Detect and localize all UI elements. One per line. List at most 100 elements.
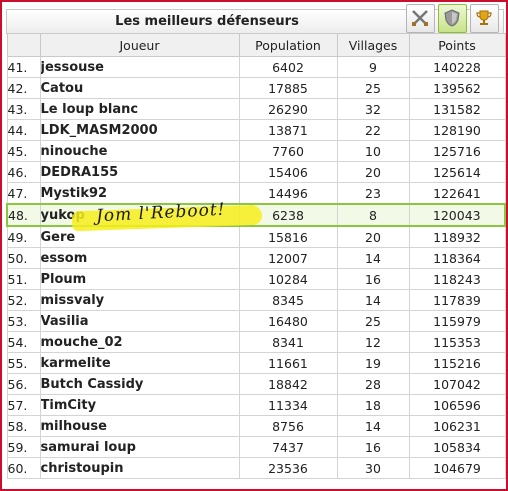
player-link[interactable]: mouche_02 [39, 331, 240, 353]
rank-cell: 58. [6, 415, 41, 437]
villages-cell: 10 [336, 140, 410, 162]
population-cell: 18842 [238, 373, 338, 395]
table-row: 53. Vasilia 16480 25 115979 [6, 310, 506, 332]
points-cell: 115979 [408, 310, 506, 332]
villages-cell: 14 [336, 247, 410, 269]
table-header-row: Joueur Population Villages Points [6, 33, 506, 57]
player-link[interactable]: TimCity [39, 394, 240, 416]
player-link[interactable]: DEDRA155 [39, 161, 240, 183]
villages-cell: 32 [336, 98, 410, 120]
population-cell: 15406 [238, 161, 338, 183]
rank-cell: 45. [6, 140, 41, 162]
player-link[interactable]: LDK_MASM2000 [39, 119, 240, 141]
player-link[interactable]: samurai loup [39, 436, 240, 458]
table-row: 59. samurai loup 7437 16 105834 [6, 436, 506, 458]
villages-cell: 28 [336, 373, 410, 395]
points-cell: 120043 [408, 203, 506, 227]
table-row: 56. Butch Cassidy 18842 28 107042 [6, 373, 506, 395]
points-cell: 107042 [408, 373, 506, 395]
col-population[interactable]: Population [238, 33, 338, 57]
rank-cell: 44. [6, 119, 41, 141]
villages-cell: 12 [336, 331, 410, 353]
player-link[interactable]: christoupin [39, 457, 240, 479]
player-link[interactable]: yukop [39, 203, 240, 227]
rank-cell: 50. [6, 247, 41, 269]
defenders-table: Joueur Population Villages Points 41. jes… [6, 33, 506, 479]
rank-cell: 46. [6, 161, 41, 183]
points-cell: 125716 [408, 140, 506, 162]
player-link[interactable]: Butch Cassidy [39, 373, 240, 395]
shield-icon[interactable] [438, 4, 467, 33]
villages-cell: 25 [336, 77, 410, 99]
villages-cell: 20 [336, 161, 410, 183]
population-cell: 16480 [238, 310, 338, 332]
population-cell: 11334 [238, 394, 338, 416]
points-cell: 122641 [408, 182, 506, 205]
swords-icon[interactable] [406, 4, 435, 33]
population-cell: 8345 [238, 289, 338, 311]
table-row: 57. TimCity 11334 18 106596 [6, 394, 506, 416]
rank-cell: 56. [6, 373, 41, 395]
villages-cell: 9 [336, 56, 410, 78]
table-row: 48. yukop 6238 8 120043 [6, 203, 506, 227]
rank-cell: 43. [6, 98, 41, 120]
player-link[interactable]: essom [39, 247, 240, 269]
rank-cell: 48. [6, 203, 41, 227]
table-row: 51. Ploum 10284 16 118243 [6, 268, 506, 290]
points-cell: 115353 [408, 331, 506, 353]
rank-cell: 42. [6, 77, 41, 99]
col-villages[interactable]: Villages [336, 33, 410, 57]
player-link[interactable]: jessouse [39, 56, 240, 78]
points-cell: 118243 [408, 268, 506, 290]
villages-cell: 16 [336, 436, 410, 458]
villages-cell: 8 [336, 203, 410, 227]
villages-cell: 25 [336, 310, 410, 332]
table-row: 42. Catou 17885 25 139562 [6, 77, 506, 99]
points-cell: 118364 [408, 247, 506, 269]
table-row: 49. Gere 15816 20 118932 [6, 225, 506, 248]
table-row: 50. essom 12007 14 118364 [6, 247, 506, 269]
player-link[interactable]: milhouse [39, 415, 240, 437]
table-row: 44. LDK_MASM2000 13871 22 128190 [6, 119, 506, 141]
population-cell: 7760 [238, 140, 338, 162]
player-link[interactable]: Catou [39, 77, 240, 99]
player-link[interactable]: karmelite [39, 352, 240, 374]
population-cell: 17885 [238, 77, 338, 99]
villages-cell: 19 [336, 352, 410, 374]
points-cell: 115216 [408, 352, 506, 374]
player-link[interactable]: Gere [39, 225, 240, 248]
rank-cell: 53. [6, 310, 41, 332]
table-row: 55. karmelite 11661 19 115216 [6, 352, 506, 374]
rank-cell: 52. [6, 289, 41, 311]
population-cell: 10284 [238, 268, 338, 290]
villages-cell: 22 [336, 119, 410, 141]
points-cell: 125614 [408, 161, 506, 183]
table-row: 46. DEDRA155 15406 20 125614 [6, 161, 506, 183]
col-player[interactable]: Joueur [39, 33, 240, 57]
table-row: 47. Mystik92 14496 23 122641 [6, 182, 506, 205]
player-link[interactable]: Mystik92 [39, 182, 240, 205]
points-cell: 139562 [408, 77, 506, 99]
rank-cell: 60. [6, 457, 41, 479]
population-cell: 8756 [238, 415, 338, 437]
villages-cell: 18 [336, 394, 410, 416]
population-cell: 26290 [238, 98, 338, 120]
col-rank [6, 33, 41, 57]
page-title: Les meilleurs défenseurs [115, 14, 299, 29]
rank-cell: 57. [6, 394, 41, 416]
player-link[interactable]: Ploum [39, 268, 240, 290]
player-link[interactable]: ninouche [39, 140, 240, 162]
rank-cell: 55. [6, 352, 41, 374]
player-link[interactable]: Vasilia [39, 310, 240, 332]
col-points[interactable]: Points [408, 33, 506, 57]
player-link[interactable]: Le loup blanc [39, 98, 240, 120]
table-row: 54. mouche_02 8341 12 115353 [6, 331, 506, 353]
population-cell: 6238 [238, 203, 338, 227]
points-cell: 105834 [408, 436, 506, 458]
points-cell: 118932 [408, 225, 506, 248]
population-cell: 23536 [238, 457, 338, 479]
population-cell: 13871 [238, 119, 338, 141]
player-link[interactable]: missvaly [39, 289, 240, 311]
table-row: 43. Le loup blanc 26290 32 131582 [6, 98, 506, 120]
trophy-icon[interactable] [470, 4, 499, 33]
